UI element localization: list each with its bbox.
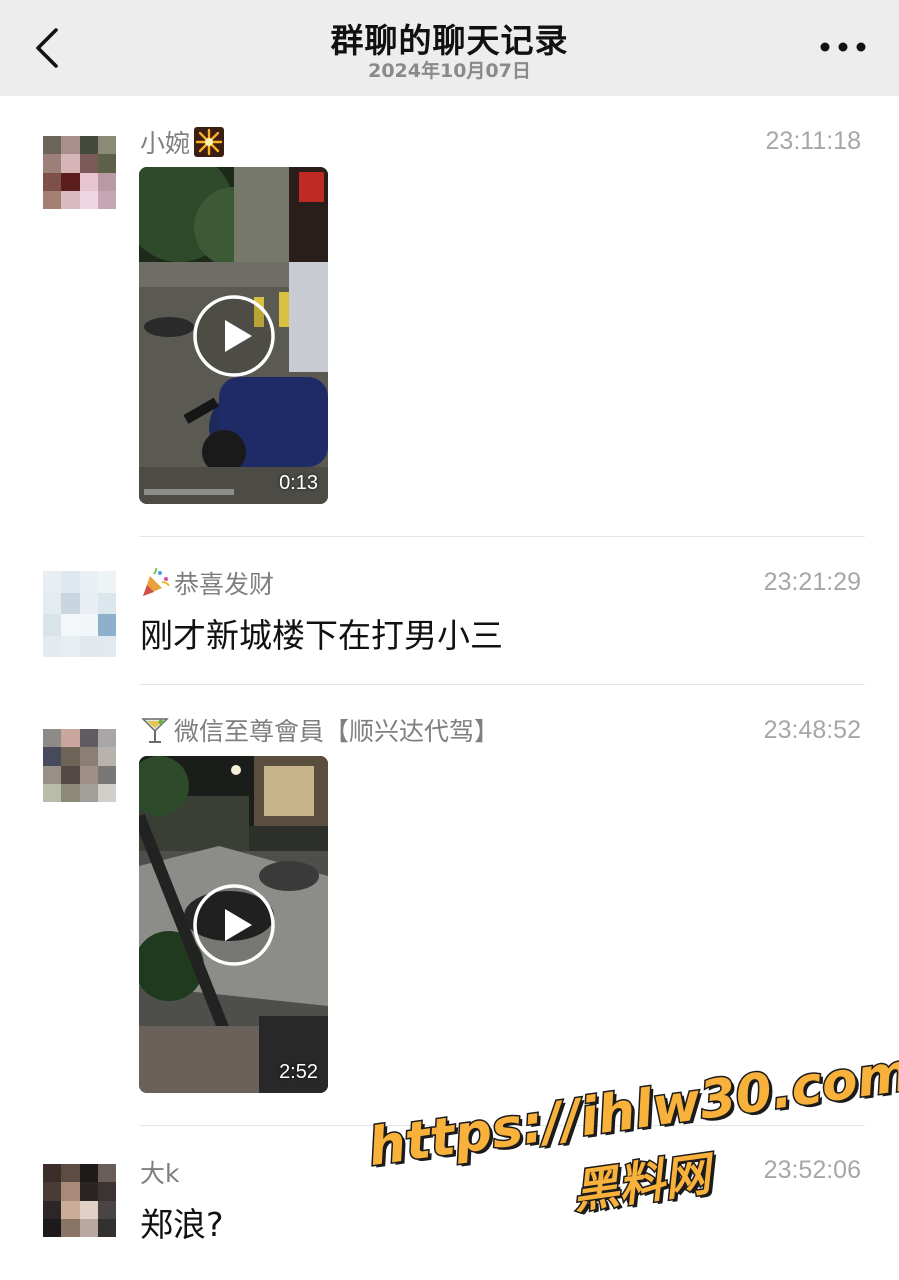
sender-label: 恭喜发财 [174,570,275,599]
avatar[interactable] [43,1164,116,1237]
message-text: 郑浪? [140,1205,224,1244]
avatar[interactable] [43,729,116,802]
title-bar: 群聊的聊天记录 2024年10月07日 [0,0,899,96]
video-message[interactable]: 0:13 [139,167,328,504]
sender-name: 大k [140,1154,179,1190]
avatar[interactable] [43,571,116,657]
message-time: 23:11:18 [765,127,861,155]
firework-icon [194,127,225,157]
sender-name: 恭喜发财 [140,565,274,601]
divider [139,684,865,685]
message-time: 23:48:52 [763,716,861,744]
play-icon[interactable] [192,883,276,967]
watermark: https://ihlw30.com 黑料网 [360,1011,899,1253]
sender-label: 微信至尊會員【顺兴达代驾】 [174,717,500,746]
video-duration: 2:52 [279,1061,318,1083]
message-time: 23:21:29 [763,568,861,596]
chat-date: 2024年10月07日 [368,60,531,82]
play-icon[interactable] [192,294,276,378]
divider [139,1125,865,1126]
cocktail-icon [140,715,170,745]
more-options-icon[interactable] [817,32,869,62]
party-popper-icon [140,567,170,598]
sender-name: 微信至尊會員【顺兴达代驾】 [140,712,499,748]
watermark-name: 黑料网 [568,1145,715,1221]
video-duration: 0:13 [279,472,318,494]
page-title: 群聊的聊天记录 [330,21,569,60]
sender-label: 小婉 [140,129,191,158]
message-text: 刚才新城楼下在打男小三 [140,616,503,655]
video-message[interactable]: 2:52 [139,756,328,1093]
sender-label: 大k [140,1159,180,1188]
sender-name: 小婉 [140,124,225,160]
avatar[interactable] [43,136,116,209]
divider [139,536,865,537]
message-time: 23:52:06 [763,1156,861,1184]
